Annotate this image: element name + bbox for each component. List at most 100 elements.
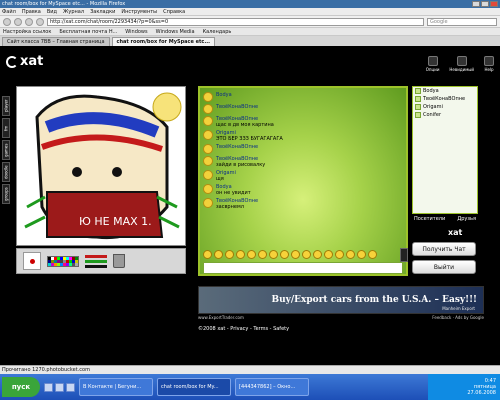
menu-file[interactable]: Файл (2, 9, 16, 15)
ad-headline: Buy/Export cars from the U.S.A. – Easy!!… (271, 295, 478, 305)
smiley-icon[interactable] (302, 250, 311, 259)
sidebar-item-fm[interactable]: fm (2, 118, 10, 138)
help-button[interactable]: Help (484, 56, 494, 72)
avatar[interactable] (203, 170, 213, 180)
list-item[interactable]: Bodya (413, 87, 477, 95)
invisible-label: Невидимый (449, 67, 474, 72)
smiley-icon[interactable] (258, 250, 267, 259)
smiley-icon[interactable] (247, 250, 256, 259)
menu-view[interactable]: Вид (47, 9, 57, 15)
taskbar-item[interactable]: [444347862] – Окно... (235, 378, 309, 396)
message-author[interactable]: ТвоёКонаВОпне (216, 144, 258, 150)
color-strip[interactable] (85, 254, 107, 268)
bookmark-item[interactable]: Календарь (203, 29, 232, 35)
brush-size-button[interactable] (23, 252, 41, 270)
list-item: ТвоёКонаВОпне засврнемл (203, 198, 403, 210)
home-icon[interactable] (36, 17, 44, 26)
sidebar-item-doodle[interactable]: doodle (2, 162, 10, 182)
chat-message-input[interactable] (203, 262, 403, 274)
menu-help[interactable]: Справка (163, 9, 185, 15)
trash-icon[interactable] (113, 254, 125, 268)
menu-edit[interactable]: Правка (22, 9, 41, 15)
color-palette[interactable] (47, 255, 79, 267)
list-item[interactable]: ТвоёКонаВОпне (413, 95, 477, 103)
sidebar-item-groups[interactable]: groups (2, 184, 10, 204)
smiley-icon[interactable] (291, 250, 300, 259)
sidebar-item-games[interactable]: games (2, 140, 10, 160)
search-input[interactable]: Google (427, 17, 497, 26)
footer-links[interactable]: ©2008 xat - Privacy - Terms - Safety (198, 326, 289, 332)
avatar[interactable] (203, 198, 213, 208)
avatar[interactable] (203, 92, 213, 102)
tab-xat-chat[interactable]: chat room/box for MySpace etc... (111, 37, 216, 46)
exit-button[interactable]: Выйти (412, 260, 476, 274)
list-item: Origami ЭТО БЕР ЗЗЗ БУГАГАГАГА (203, 130, 403, 142)
bookmark-item[interactable]: Настройка ссылок (3, 29, 51, 35)
smiley-icon[interactable] (368, 250, 377, 259)
palette-swatch[interactable] (75, 262, 78, 266)
message-author[interactable]: ТвоёКонаВОпне (216, 104, 258, 110)
avatar[interactable] (203, 116, 213, 126)
ad-banner[interactable]: Buy/Export cars from the U.S.A. – Easy!!… (198, 286, 484, 314)
avatar[interactable] (203, 156, 213, 166)
smiley-icon[interactable] (269, 250, 278, 259)
menu-history[interactable]: Журнал (63, 9, 84, 15)
smiley-icon[interactable] (357, 250, 366, 259)
get-chat-button[interactable]: Получить Чат (412, 242, 476, 256)
message-author[interactable]: Bodya (216, 92, 232, 98)
forward-icon[interactable] (14, 17, 22, 26)
list-item[interactable]: Origami (413, 103, 477, 111)
menu-bookmarks[interactable]: Закладки (90, 9, 115, 15)
avatar[interactable] (203, 104, 213, 114)
url-input[interactable]: http://xat.com/chat/room/2293434/?p=0&ss… (47, 17, 424, 26)
tab-strip: Сайт класса 7ВВ – Главная страница chat … (0, 36, 500, 46)
taskbar-item[interactable]: chat room/box for My... (157, 378, 231, 396)
menu-tools[interactable]: Инструменты (121, 9, 157, 15)
options-icon (427, 56, 438, 66)
window-titlebar: chat room/box for MySpace etc... - Mozil… (0, 0, 500, 8)
quick-launch-icon[interactable] (55, 382, 64, 392)
quick-launch-icon[interactable] (66, 382, 75, 392)
user-icon (415, 104, 421, 110)
xat-mini-logo[interactable]: xat (448, 228, 462, 237)
smiley-icon[interactable] (280, 250, 289, 259)
list-item[interactable]: Conifer (413, 111, 477, 119)
smiley-icon[interactable] (335, 250, 344, 259)
invisible-button[interactable]: Невидимый (449, 56, 474, 72)
maximize-icon[interactable] (481, 1, 489, 7)
reload-icon[interactable] (25, 17, 33, 26)
sidebar-item-player[interactable]: player (2, 96, 10, 116)
quick-launch-icon[interactable] (44, 382, 53, 392)
avatar[interactable] (203, 144, 213, 154)
bookmark-item[interactable]: Windows Media (156, 29, 195, 35)
avatar[interactable] (203, 130, 213, 140)
xat-logo[interactable]: xat (6, 54, 43, 69)
bookmark-item[interactable]: Windows (125, 29, 147, 35)
smiley-icon[interactable] (346, 250, 355, 259)
smiley-icon[interactable] (214, 250, 223, 259)
tab-friends[interactable]: Друзья (457, 216, 476, 222)
ad-brand: Manheim Export (442, 306, 475, 311)
avatar[interactable] (203, 184, 213, 194)
smiley-icon[interactable] (225, 250, 234, 259)
sound-toggle-icon[interactable] (400, 248, 408, 262)
taskbar-item[interactable]: В Контакте | Бегуни... (79, 378, 153, 396)
back-icon[interactable] (3, 17, 11, 26)
user-name: ТвоёКонаВОпне (423, 96, 466, 102)
smiley-icon[interactable] (313, 250, 322, 259)
start-button[interactable]: пуск (2, 377, 40, 397)
xat-sidebar: player fm games doodle groups (2, 96, 10, 204)
doodle-canvas[interactable]: Ю НЕ МАХ 1. (16, 86, 186, 246)
smiley-icon[interactable] (236, 250, 245, 259)
ad-feedback[interactable]: Feedback · Ads by Google (432, 315, 484, 320)
smiley-bar (203, 250, 403, 259)
close-icon[interactable] (490, 1, 498, 7)
bookmark-item[interactable]: Бесплатная почта H... (59, 29, 117, 35)
minimize-icon[interactable] (472, 1, 480, 7)
ad-url[interactable]: www.ExportTrader.com (198, 315, 244, 320)
smiley-icon[interactable] (203, 250, 212, 259)
tab-visitors[interactable]: Посетители (414, 216, 445, 222)
tab-class-site[interactable]: Сайт класса 7ВВ – Главная страница (2, 37, 110, 46)
options-button[interactable]: Опции (426, 56, 439, 72)
smiley-icon[interactable] (324, 250, 333, 259)
